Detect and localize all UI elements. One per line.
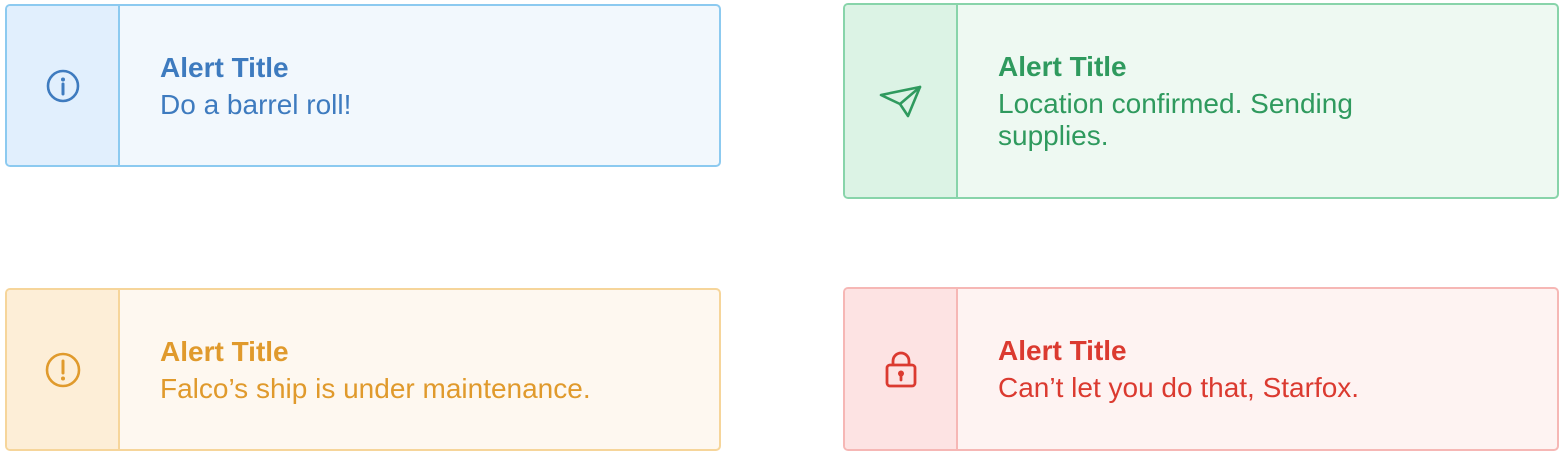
- alert-danger-icon-panel: [845, 289, 958, 449]
- alert-success: Alert Title Location confirmed. Sending …: [843, 3, 1559, 199]
- alert-message: Do a barrel roll!: [160, 88, 352, 120]
- alert-success-content: Alert Title Location confirmed. Sending …: [958, 5, 1557, 197]
- alert-warning: Alert Title Falco’s ship is under mainte…: [5, 288, 721, 451]
- alert-warning-icon-panel: [7, 290, 120, 449]
- alert-message: Can’t let you do that, Starfox.: [998, 372, 1360, 403]
- alert-title: Alert Title: [160, 335, 289, 367]
- alert-warning-content: Alert Title Falco’s ship is under mainte…: [120, 290, 719, 449]
- alert-info-icon-panel: [7, 6, 120, 165]
- alert-title: Alert Title: [998, 51, 1127, 82]
- alert-danger: Alert Title Can’t let you do that, Starf…: [843, 287, 1559, 451]
- info-circle-icon: [46, 69, 79, 102]
- alert-message: Falco’s ship is under maintenance.: [160, 372, 591, 404]
- paper-plane-icon: [879, 85, 921, 118]
- alert-message: Location confirmed. Sending supplies.: [998, 88, 1353, 151]
- exclamation-circle-icon: [45, 352, 80, 387]
- alert-title: Alert Title: [160, 51, 289, 83]
- alert-success-icon-panel: [845, 5, 958, 197]
- alert-title: Alert Title: [998, 335, 1127, 366]
- alert-danger-content: Alert Title Can’t let you do that, Starf…: [958, 289, 1557, 449]
- alert-info: Alert Title Do a barrel roll!: [5, 4, 721, 167]
- lock-icon: [885, 351, 916, 388]
- alert-info-content: Alert Title Do a barrel roll!: [120, 6, 719, 165]
